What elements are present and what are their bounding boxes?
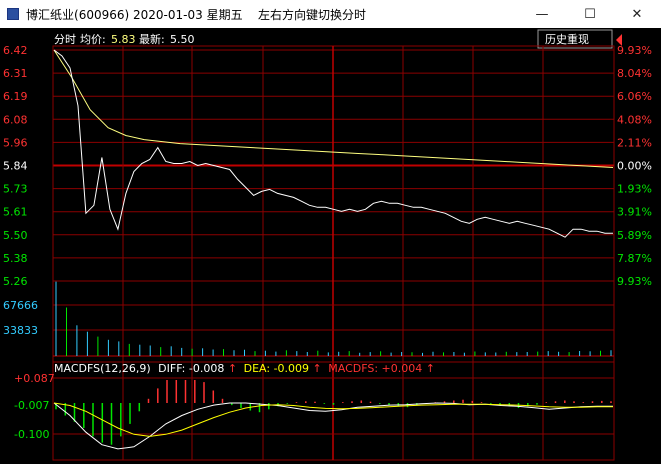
last-value: 5.50 xyxy=(170,33,195,46)
stock-code: (600966) xyxy=(74,8,130,22)
last-label: 最新: xyxy=(139,32,165,46)
trade-date: 2020-01-03 xyxy=(133,8,203,22)
macd-title-row: MACDFS(12,26,9) DIFF: -0.008 ↑ DEA: -0.0… xyxy=(54,362,435,375)
price-tick-label: 5.61 xyxy=(3,206,28,219)
macd-tick-label: -0.100 xyxy=(14,428,49,441)
volume-tick-label: 33833 xyxy=(3,324,38,337)
diff-value: -0.008 xyxy=(189,362,224,375)
window-title: 博汇纸业(600966) 2020-01-03 星期五 xyxy=(26,6,243,23)
switch-hint: 左右方向键切换分时 xyxy=(258,8,367,22)
price-tick-label: 6.08 xyxy=(3,113,28,126)
pct-axis-right: 9.93% 8.04% 6.06% 4.08% 2.11% 0.00% 1.93% 3.91%… xyxy=(617,44,652,288)
pct-tick-label: 3.91% xyxy=(617,206,652,219)
price-tick-label: 5.84 xyxy=(3,160,28,173)
volume-axis: 67666 33833 xyxy=(3,299,38,337)
macd-tick-label: -0.007 xyxy=(14,399,49,412)
history-button[interactable]: 历史重现 xyxy=(537,29,613,49)
dea-arrow: ↑ xyxy=(313,362,322,375)
macd-tick-label: +0.087 xyxy=(14,372,55,385)
pct-tick-label: 5.89% xyxy=(617,229,652,242)
minimize-icon: — xyxy=(535,6,549,22)
stock-name: 博汇纸业 xyxy=(26,8,75,22)
maximize-button[interactable]: ☐ xyxy=(567,0,613,28)
maximize-icon: ☐ xyxy=(584,6,596,22)
trade-weekday: 星期五 xyxy=(206,8,243,22)
macdfs-label: MACDFS: xyxy=(328,362,378,375)
pct-tick-label: 4.08% xyxy=(617,113,652,126)
price-tick-label: 5.26 xyxy=(3,275,28,288)
price-axis-left: 6.42 6.31 6.19 6.08 5.96 5.84 5.73 5.61 5.50 5.38… xyxy=(3,44,28,288)
diff-label: DIFF: xyxy=(158,362,185,375)
price-tick-label: 6.31 xyxy=(3,67,28,80)
volume-tick-label: 67666 xyxy=(3,299,38,312)
dea-value: -0.009 xyxy=(274,362,309,375)
pct-tick-label: 7.87% xyxy=(617,252,652,265)
history-button-label[interactable]: 历史重现 xyxy=(545,32,589,46)
minimize-button[interactable]: — xyxy=(519,0,565,28)
avg-label: 均价: xyxy=(80,33,106,46)
price-tick-label: 6.19 xyxy=(3,90,28,103)
close-icon: ✕ xyxy=(631,6,643,22)
app-icon xyxy=(7,8,19,20)
chart-grid xyxy=(52,45,615,461)
pct-tick-label: 0.00% xyxy=(617,160,652,173)
price-tick-label: 5.50 xyxy=(3,229,28,242)
diff-arrow: ↑ xyxy=(228,362,237,375)
dea-label: DEA: xyxy=(244,362,270,375)
mode-label: 分时 xyxy=(54,33,76,46)
pct-tick-label: 9.93% xyxy=(617,275,652,288)
price-tick-label: 5.96 xyxy=(3,136,28,149)
pct-tick-label: 6.06% xyxy=(617,90,652,103)
price-tick-label: 5.73 xyxy=(3,183,28,196)
pct-tick-label: 8.04% xyxy=(617,67,652,80)
price-tick-label: 5.38 xyxy=(3,252,28,265)
intraday-chart[interactable]: 分时 均价: 5.83 最新: 5.50 历史重现 6.426.316.196.… xyxy=(0,28,661,464)
pct-tick-label: 2.11% xyxy=(617,136,652,149)
price-tick-label: 6.42 xyxy=(3,44,28,57)
chart-area: 分时 均价: 5.83 最新: 5.50 历史重现 6.42 6.31 6.19 6.… xyxy=(0,28,661,464)
macdfs-arrow: ↑ xyxy=(426,362,435,375)
close-button[interactable]: ✕ xyxy=(614,0,660,28)
macd-axis: +0.087 -0.007 -0.100 xyxy=(14,372,55,441)
pct-tick-label: 9.93% xyxy=(617,44,652,57)
macd-title: MACDFS(12,26,9) xyxy=(54,362,151,375)
title-bar: 博汇纸业(600966) 2020-01-03 星期五 左右方向键切换分时 — … xyxy=(0,0,661,28)
avg-value: 5.83 xyxy=(111,33,136,46)
pct-tick-label: 1.93% xyxy=(617,183,652,196)
macdfs-value: +0.004 xyxy=(382,362,423,375)
